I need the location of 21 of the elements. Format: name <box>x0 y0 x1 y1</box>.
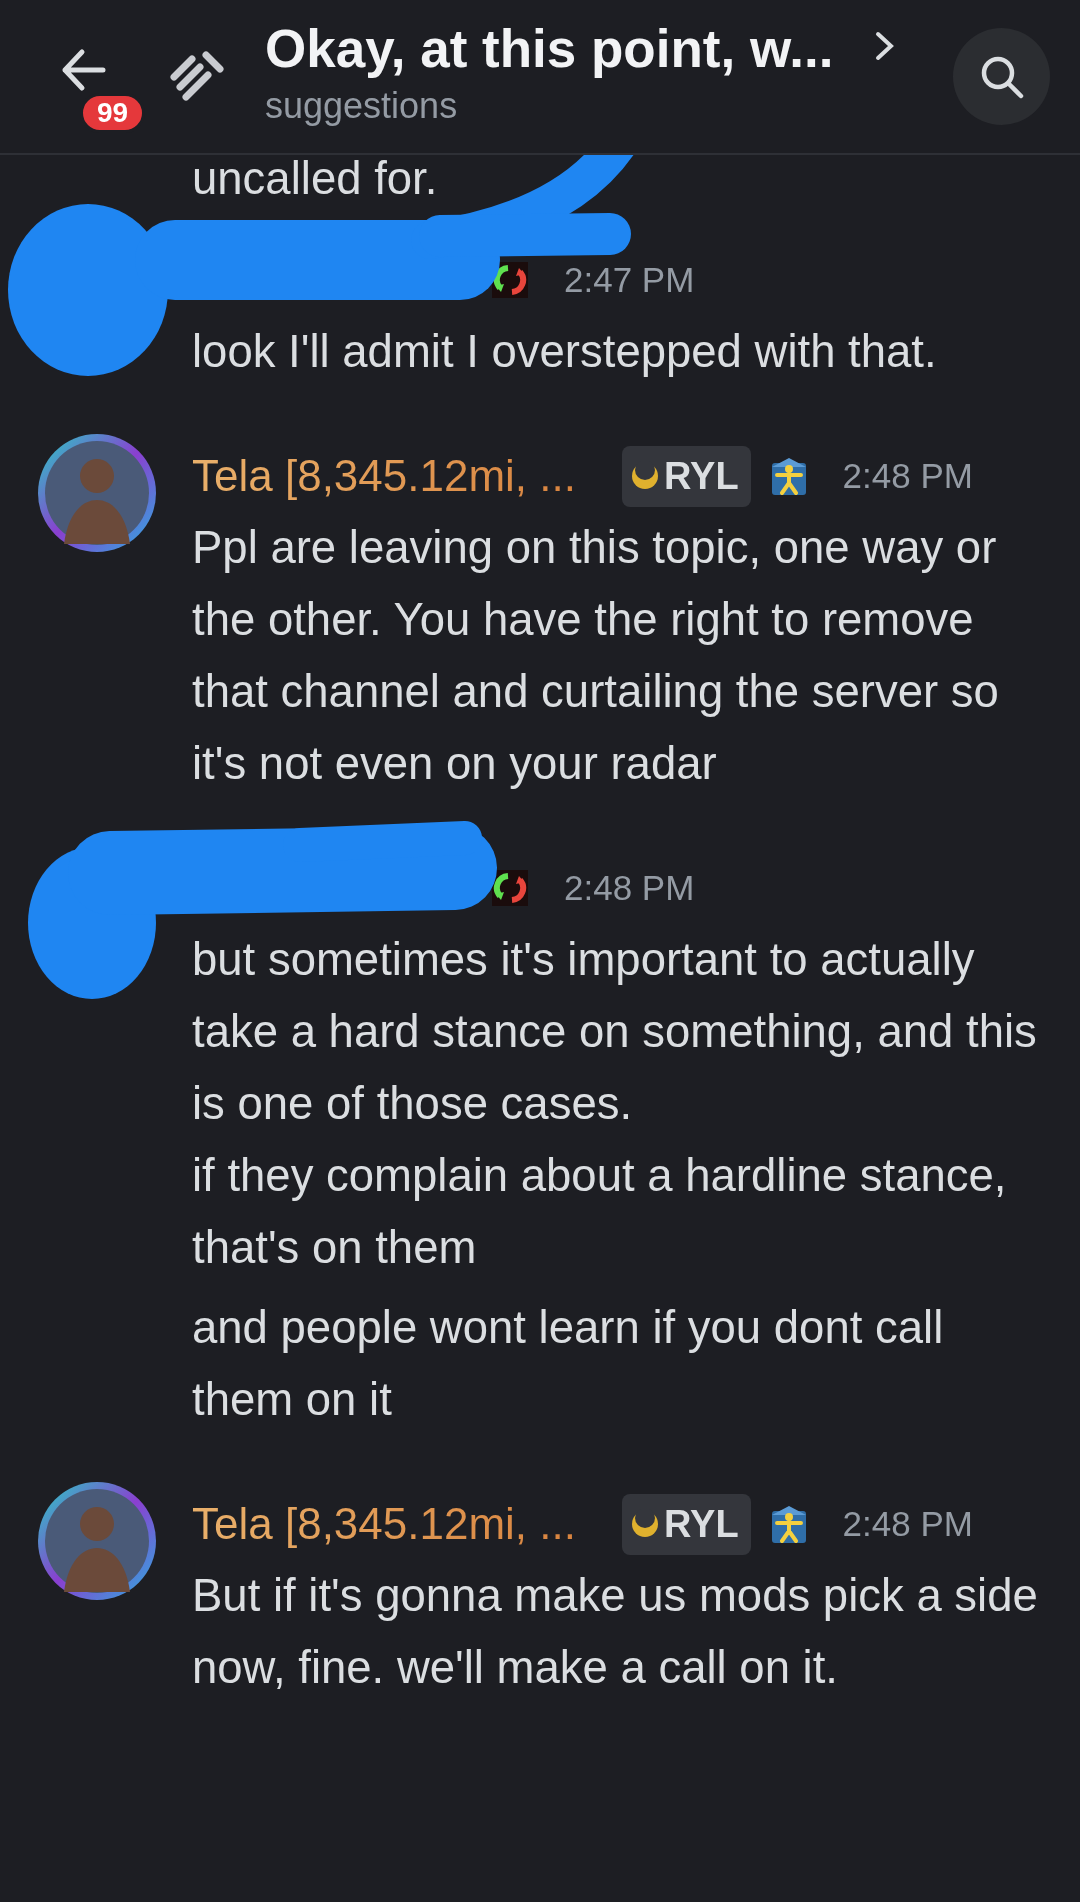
message-text: but sometimes it's important to actually take a hard stance on something, and this is one of those cases. <box>192 933 1038 1131</box>
thread-title[interactable]: Okay, at this point, w... <box>265 20 834 79</box>
person-icon <box>770 1505 807 1543</box>
crescent-icon <box>630 461 660 491</box>
sync-arrows-icon <box>492 870 528 906</box>
timestamp: 2:48 PM <box>842 454 973 497</box>
role-tag: RYL <box>622 1493 751 1555</box>
back-arrow-icon[interactable] <box>60 47 106 92</box>
message-text: Ppl are leaving on this topic, one way or the other. You have the right to remove that channel and curtailing the server so it's not even on your radar <box>192 521 1000 791</box>
crescent-icon <box>630 1509 660 1539</box>
timestamp: 2:48 PM <box>842 1502 973 1545</box>
channel-name: suggestions <box>265 83 459 128</box>
message-text: and people wont learn if you dont call them on it <box>192 1301 945 1427</box>
message-text: But if it's gonna make us mods pick a side now, fine. we'll make a call on it. <box>192 1569 1039 1695</box>
sync-arrows-icon <box>492 262 528 298</box>
message-text: uncalled for. <box>192 155 439 206</box>
timestamp: 2:48 PM <box>564 866 695 909</box>
person-icon <box>770 457 807 495</box>
message-text: look I'll admit I overstepped with that. <box>192 325 938 379</box>
role-tag: RYL <box>622 445 751 507</box>
timestamp: 2:47 PM <box>564 258 695 301</box>
